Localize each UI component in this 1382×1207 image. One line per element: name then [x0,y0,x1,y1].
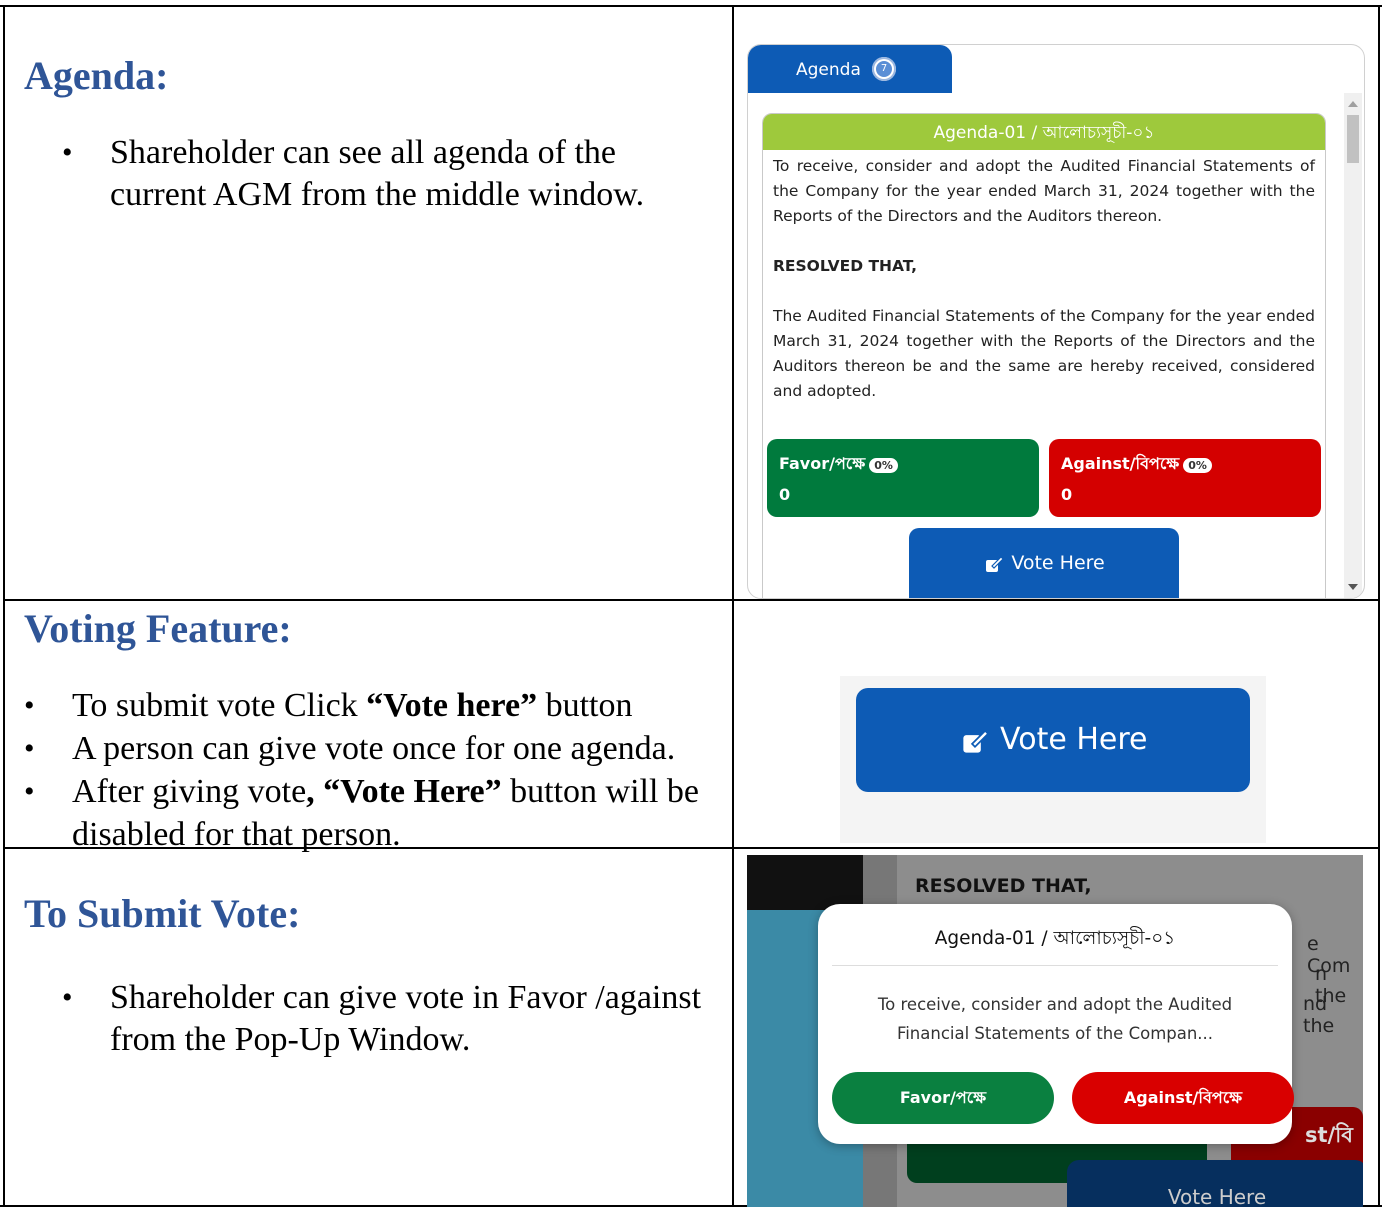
favor-percent-badge: 0% [869,458,898,473]
against-count: 0 [1061,485,1073,504]
favor-count: 0 [779,485,791,504]
voting-bullets: To submit vote Click “Vote here” button … [24,684,724,856]
favor-button[interactable]: Favor/পক্ষে [832,1072,1054,1124]
background-dark-area [747,855,863,910]
agenda-scrollbar[interactable] [1344,93,1362,598]
section-heading-agenda: Agenda: [24,53,169,98]
section-heading-voting-feature: Voting Feature: [24,606,292,651]
against-button[interactable]: Against/বিপক্ষে [1072,1072,1294,1124]
document-table: Agenda: Shareholder can see all agenda o… [0,0,1382,1207]
list-item: Shareholder can give vote in Favor /agai… [62,977,702,1061]
against-percent-badge: 0% [1183,458,1212,473]
background-text-fragment: nd the [1303,993,1335,1037]
agenda-card-body: To receive, consider and adopt the Audit… [763,150,1325,404]
table-row-divider-1 [3,599,1380,601]
submit-bullets: Shareholder can give vote in Favor /agai… [62,977,702,1061]
tab-agenda[interactable]: Agenda 7 [748,45,952,93]
table-border-left [3,5,5,1207]
vote-here-label: Vote Here [1000,722,1148,757]
agenda-description: To receive, consider and adopt the Audit… [773,157,1315,225]
list-item: To submit vote Click “Vote here” button [24,684,724,727]
favor-label: Favor/পক্ষে [779,454,866,473]
resolved-heading: RESOLVED THAT, [773,257,918,275]
tab-agenda-label: Agenda [796,60,861,80]
background-vote-button: Vote Here [1067,1160,1363,1207]
scrollbar-thumb[interactable] [1347,115,1359,163]
modal-title: Agenda-01 / আলোচ্যসূচী-০১ [934,928,1176,949]
scroll-up-icon[interactable] [1348,101,1358,107]
table-column-divider [732,5,734,1207]
modal-description: To receive, consider and adopt the Audit… [877,995,1233,1043]
vote-popup-modal: Agenda-01 / আলোচ্যসূচী-০১ To receive, co… [818,904,1294,1144]
resolution-text: The Audited Financial Statements of the … [773,307,1315,400]
agenda-card: Agenda-01 / আলোচ্যসূচী-০১ To receive, co… [762,113,1326,598]
list-item: After giving vote, “Vote Here” button wi… [24,770,724,856]
table-border-right [1378,5,1380,1207]
vote-here-button[interactable]: Vote Here [909,528,1179,598]
vote-button-screenshot: Vote Here [840,676,1266,843]
against-label: Against/বিপক্ষে [1061,454,1180,473]
vote-here-label: Vote Here [1011,552,1105,574]
section-heading-submit-vote: To Submit Vote: [24,891,301,936]
agenda-bullets: Shareholder can see all agenda of the cu… [62,132,702,216]
agenda-panel-screenshot: Agenda 7 Agenda-01 / আলোচ্যসূচী-০১ To re… [747,44,1365,599]
table-border-top [0,5,1382,7]
background-text-fragment: st/বি [1305,1123,1353,1147]
against-tally: Against/বিপক্ষে 0% 0 [1049,439,1321,517]
agenda-count-badge: 7 [872,57,896,81]
favor-tally: Favor/পক্ষে 0% 0 [767,439,1039,517]
modal-divider [832,965,1278,966]
background-resolved-heading: RESOLVED THAT, [915,875,1092,897]
vote-pen-icon [986,555,1005,572]
scroll-down-icon[interactable] [1348,584,1358,590]
vote-pen-icon [962,729,989,753]
vote-here-button-large[interactable]: Vote Here [856,688,1250,792]
list-item: A person can give vote once for one agen… [24,727,724,770]
agenda-card-title: Agenda-01 / আলোচ্যসূচী-০১ [763,114,1325,150]
vote-popup-screenshot: RESOLVED THAT, e Com n the nd the st/বি … [747,855,1363,1207]
list-item: Shareholder can see all agenda of the cu… [62,132,702,216]
